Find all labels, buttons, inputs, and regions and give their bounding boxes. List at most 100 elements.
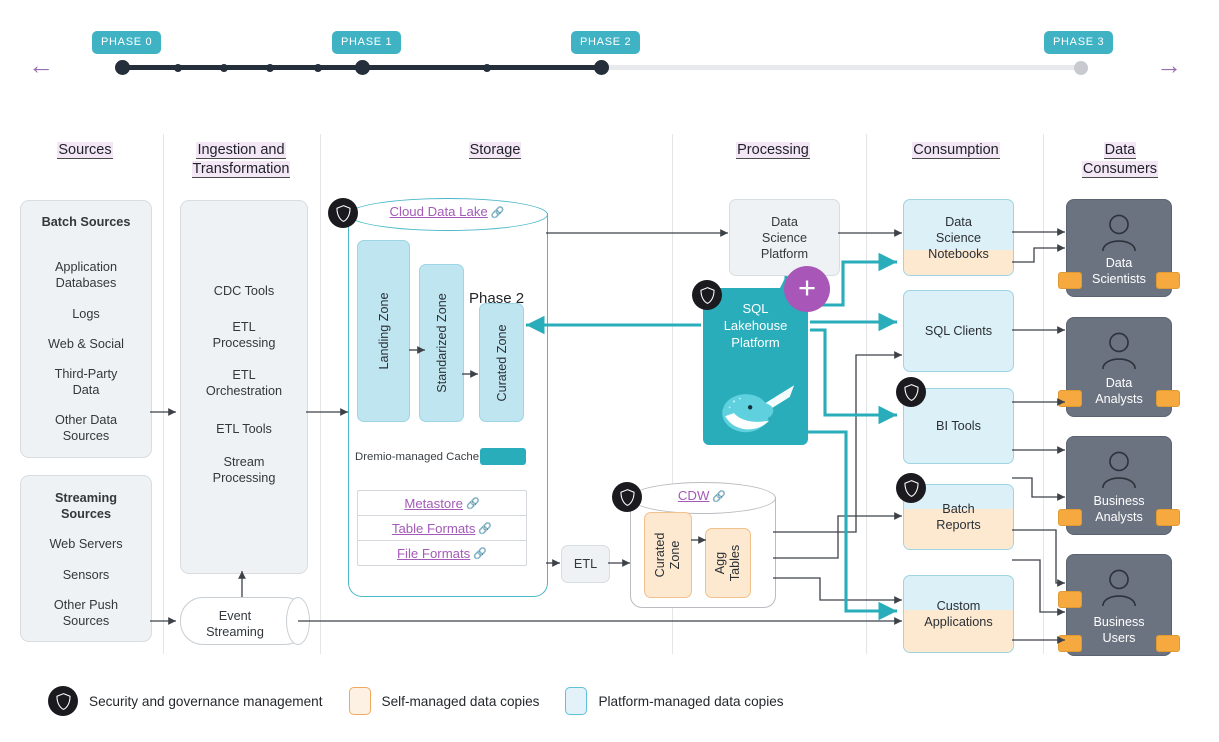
phase-badge-0[interactable]: PHASE 0 (92, 31, 162, 54)
dremio-cache-label: Dremio-managed Cache (355, 451, 480, 463)
cdw-zone-curated: Curated Zone (644, 512, 692, 598)
formats-table: Metastore 🔗 Table Formats 🔗 File Formats 🔗 (357, 490, 527, 566)
legend-item-platform-managed: Platform-managed data copies (565, 687, 784, 715)
consumer-tab-left-2 (1058, 635, 1082, 652)
legend-swatch-platform-managed (565, 687, 588, 715)
consumption-data-science-notebooks: Data Science Notebooks (903, 199, 1014, 276)
event-streaming-label: Event Streaming (206, 609, 264, 639)
timeline-dot-minor-5[interactable] (483, 63, 491, 72)
column-header-consumers: Data Consumers (1081, 142, 1159, 177)
ingestion-item-etl-processing: ETL Processing (212, 320, 276, 350)
legend-label-platform-managed: Platform-managed data copies (598, 693, 784, 709)
cloud-data-lake-title[interactable]: Cloud Data Lake 🔗 (348, 203, 546, 221)
consumer-tab-left (1058, 591, 1082, 608)
zone-curated: Curated Zone (479, 303, 524, 422)
column-header-ingestion: Ingestion and Transformation (191, 142, 291, 177)
person-icon (1102, 214, 1136, 252)
arrow-left-icon[interactable]: ← (24, 52, 58, 78)
zone-landing: Landing Zone (357, 240, 410, 422)
column-header-sources: Sources (57, 142, 113, 158)
timeline-dot-minor-3[interactable] (266, 63, 274, 72)
source-item-web-servers: Web Servers (49, 537, 123, 551)
streaming-sources-panel: Streaming Sources Web Servers Sensors Oth… (20, 475, 152, 642)
timeline-track-remaining (602, 65, 1088, 70)
dremio-cache-swatch (480, 448, 526, 465)
consumer-tab-left (1058, 390, 1082, 407)
formats-row-file-formats[interactable]: File Formats 🔗 (358, 541, 526, 565)
link-icon: 🔗 (712, 491, 727, 503)
ingestion-item-etl-orchestration: ETL Orchestration (205, 368, 283, 398)
ingestion-item-etl-tools: ETL Tools (216, 422, 272, 436)
batch-sources-panel: Batch Sources Application Databases Logs … (20, 200, 152, 458)
consumer-data-scientists: Data Scientists (1058, 199, 1180, 297)
phase-badge-1[interactable]: PHASE 1 (332, 31, 402, 54)
legend-label-self-managed: Self-managed data copies (381, 693, 540, 709)
person-icon (1102, 569, 1136, 607)
timeline-dot-minor-1[interactable] (174, 63, 182, 72)
sql-lakehouse-platform-box: SQL Lakehouse Platform (703, 288, 808, 445)
column-header-storage: Storage (468, 142, 522, 158)
legend: Security and governance management Self-… (48, 686, 810, 716)
column-header-processing: Processing (736, 142, 810, 158)
ingestion-item-cdc-tools: CDC Tools (213, 284, 275, 298)
formats-row-table-formats[interactable]: Table Formats 🔗 (358, 516, 526, 541)
streaming-sources-title: Streaming Sources (54, 491, 118, 521)
add-node-button[interactable]: + (784, 266, 830, 312)
batch-sources-title: Batch Sources (41, 215, 131, 229)
legend-item-self-managed: Self-managed data copies (348, 687, 540, 715)
shield-icon-bi-tools[interactable] (896, 377, 926, 407)
source-item-third-party-data: Third-Party Data (54, 367, 118, 397)
phase-badge-2[interactable]: PHASE 2 (571, 31, 641, 54)
person-icon (1102, 451, 1136, 489)
timeline-dot-phase-3[interactable] (1074, 60, 1088, 75)
source-item-logs: Logs (72, 307, 100, 321)
shield-icon-cdw[interactable] (612, 482, 642, 512)
legend-label-security: Security and governance management (89, 693, 323, 709)
shield-icon-cloud-data-lake[interactable] (328, 198, 358, 228)
consumer-tab-right (1156, 390, 1180, 407)
timeline-dot-phase-0[interactable] (115, 60, 130, 75)
source-item-application-databases: Application Databases (54, 260, 118, 290)
source-item-other-data-sources: Other Data Sources (54, 413, 118, 443)
link-icon: 🔗 (473, 547, 487, 560)
zone-standardized: Standarized Zone (419, 264, 464, 422)
link-icon: 🔗 (478, 522, 493, 535)
consumption-custom-applications: Custom Applications (903, 575, 1014, 653)
consumer-tab-right (1156, 635, 1180, 652)
consumer-business-analysts: Business Analysts (1058, 436, 1180, 535)
link-icon: 🔗 (490, 207, 505, 219)
timeline-dot-minor-4[interactable] (314, 63, 322, 72)
ingestion-panel: CDC Tools ETL Processing ETL Orchestration… (180, 200, 308, 574)
narwhal-icon (722, 385, 795, 433)
column-header-consumption: Consumption (912, 142, 1000, 158)
cdw-zone-agg-tables: Agg Tables (705, 528, 751, 598)
source-item-web-social: Web & Social (48, 337, 124, 351)
person-icon (1102, 332, 1136, 370)
consumer-tab-right (1156, 509, 1180, 526)
timeline-dot-minor-2[interactable] (220, 63, 228, 72)
legend-item-security: Security and governance management (48, 686, 323, 716)
source-item-sensors: Sensors (62, 568, 110, 582)
timeline-dot-phase-1[interactable] (355, 60, 370, 75)
cdw-title[interactable]: CDW 🔗 (630, 487, 774, 505)
link-icon: 🔗 (465, 497, 480, 510)
consumer-tab-left (1058, 272, 1082, 289)
phase-2-label: Phase 2 (469, 290, 525, 307)
etl-box: ETL (561, 545, 610, 583)
ingestion-item-stream-processing: Stream Processing (212, 455, 276, 485)
shield-icon (48, 686, 78, 716)
arrow-right-icon[interactable]: → (1152, 52, 1186, 78)
consumer-data-analysts: Data Analysts (1058, 317, 1180, 417)
consumption-sql-clients: SQL Clients (903, 290, 1014, 372)
phase-timeline: ← → PHASE 0 PHASE 1 PHASE 2 PHASE 3 (0, 0, 1219, 100)
data-science-platform-box: Data Science Platform (729, 199, 840, 276)
shield-icon-batch-reports[interactable] (896, 473, 926, 503)
consumer-tab-right (1156, 272, 1180, 289)
formats-row-metastore[interactable]: Metastore 🔗 (358, 491, 526, 516)
consumer-tab-left (1058, 509, 1082, 526)
consumer-business-users: Business Users (1058, 554, 1180, 656)
shield-icon-lakehouse[interactable] (692, 280, 722, 310)
phase-badge-3[interactable]: PHASE 3 (1044, 31, 1114, 54)
legend-swatch-self-managed (348, 687, 371, 715)
timeline-dot-phase-2[interactable] (594, 60, 609, 75)
